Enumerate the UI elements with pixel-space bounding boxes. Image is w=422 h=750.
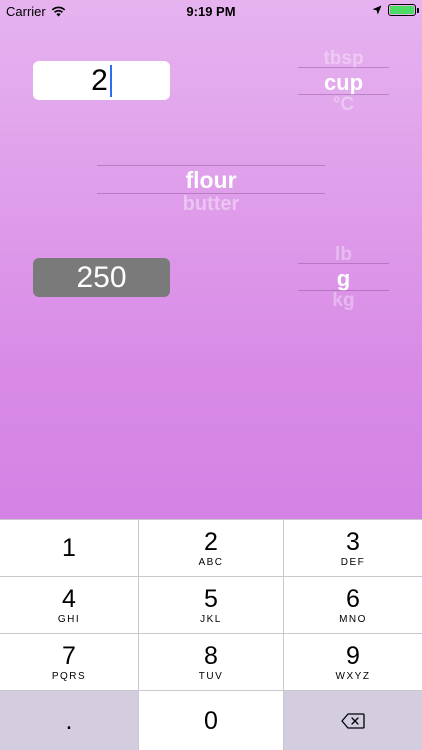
- to-unit-option-kg[interactable]: kg: [298, 290, 389, 310]
- key-7[interactable]: 7 PQRS: [0, 634, 138, 690]
- key-9[interactable]: 9 WXYZ: [284, 634, 422, 690]
- delete-key[interactable]: [284, 691, 422, 750]
- key-decimal[interactable]: .: [0, 691, 138, 750]
- key-8[interactable]: 8 TUV: [139, 634, 283, 690]
- to-unit-picker[interactable]: lb g kg: [298, 242, 389, 312]
- backspace-icon: [341, 712, 365, 729]
- result-output-value: 250: [76, 260, 127, 294]
- status-time: 9:19 PM: [186, 4, 236, 19]
- numeric-keypad: 1 2 ABC 3 DEF 4 GHI 5 JKL 6 MNO 7 PQRS 8…: [0, 519, 422, 750]
- result-output: 250: [33, 258, 170, 297]
- status-bar: Carrier 9:19 PM: [0, 0, 422, 22]
- battery-icon: [388, 4, 419, 16]
- amount-input[interactable]: 2: [33, 61, 170, 100]
- key-4[interactable]: 4 GHI: [0, 577, 138, 633]
- from-unit-picker[interactable]: tbsp cup °C: [298, 44, 389, 116]
- from-unit-option-celsius[interactable]: °C: [298, 94, 389, 114]
- ingredient-picker[interactable]: flour butter: [97, 158, 325, 220]
- text-caret: [109, 64, 112, 97]
- key-6[interactable]: 6 MNO: [284, 577, 422, 633]
- from-unit-option-cup[interactable]: cup: [298, 70, 389, 96]
- key-1[interactable]: 1: [0, 520, 138, 576]
- to-unit-option-g[interactable]: g: [298, 266, 389, 292]
- ingredient-option-butter[interactable]: butter: [97, 193, 325, 213]
- key-5[interactable]: 5 JKL: [139, 577, 283, 633]
- amount-input-value: 2: [91, 63, 108, 97]
- key-2[interactable]: 2 ABC: [139, 520, 283, 576]
- key-3[interactable]: 3 DEF: [284, 520, 422, 576]
- key-0[interactable]: 0: [139, 691, 283, 750]
- ingredient-option-flour[interactable]: flour: [97, 167, 325, 194]
- status-right: [372, 4, 419, 16]
- location-arrow-icon: [372, 5, 382, 15]
